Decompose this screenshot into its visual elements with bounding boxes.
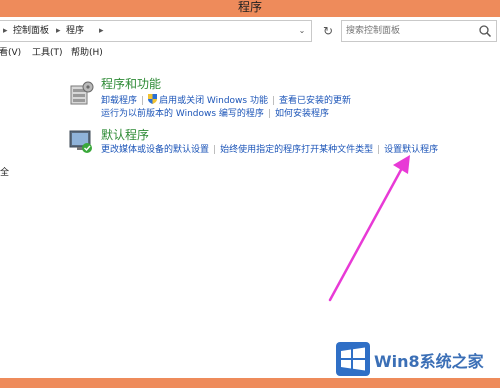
bottom-strip: [0, 378, 500, 388]
windows-logo-icon: [336, 342, 370, 376]
watermark-text: Win8系统之家: [374, 352, 484, 371]
annotation-arrow: [328, 155, 410, 302]
site-watermark: Win8系统之家: [336, 340, 500, 378]
